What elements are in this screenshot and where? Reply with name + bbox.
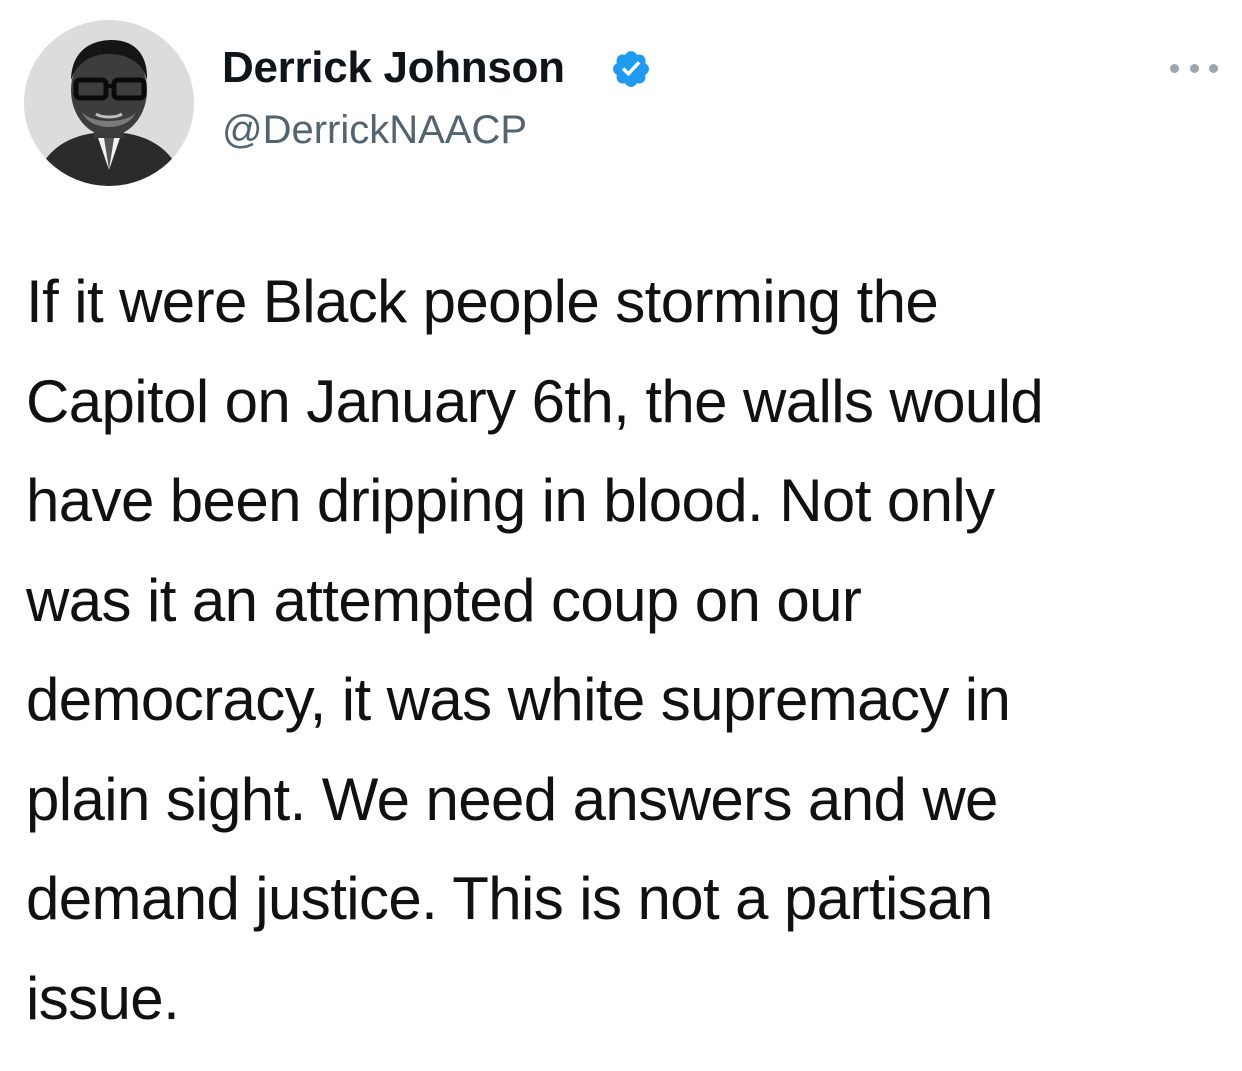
tweet-card: Derrick Johnson @DerrickNAACP If it were… [0,0,1242,1071]
tweet-text-line: If it were Black people storming the [26,268,939,335]
avatar[interactable] [24,20,194,186]
tweet-text: If it were Black people storming the Cap… [26,252,1226,1048]
tweet-text-line: Capitol on January 6th, the walls would [26,367,1044,435]
user-handle[interactable]: @DerrickNAACP [222,104,527,156]
tweet-text-line: plain sight. We need answers and we [26,765,998,833]
dot [1170,63,1179,73]
tweet-text-line: have been dripping in blood. Not only [26,467,995,534]
dot [1189,63,1199,73]
dot [1209,63,1218,73]
tweet-text-line: demand justice. This is not a partisan [26,865,993,932]
verified-badge-icon [613,51,649,87]
tweet-text-line: democracy, it was white supremacy in [26,666,1011,733]
tweet-text-line: was it an attempted coup on our [26,566,862,634]
tweet-text-line: issue. [26,964,180,1032]
more-options-icon[interactable] [1170,56,1218,80]
display-name[interactable]: Derrick Johnson [222,40,565,96]
